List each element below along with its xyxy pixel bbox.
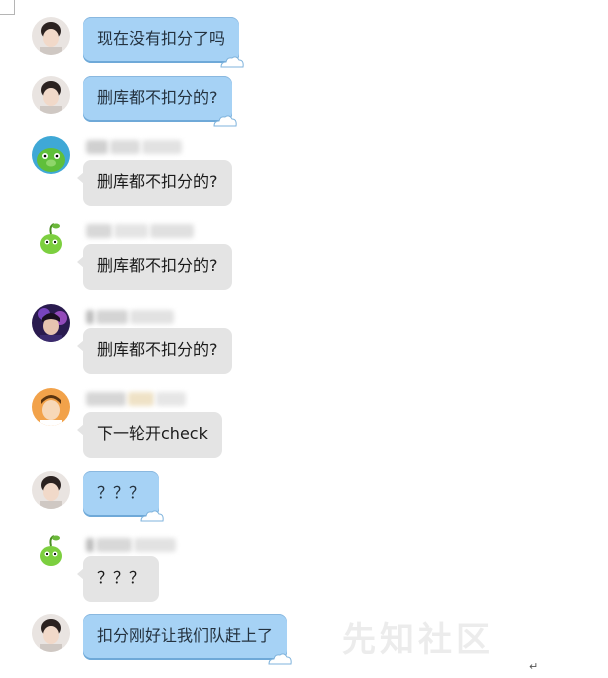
message-bubble[interactable]: 下一轮开check xyxy=(77,412,222,458)
avatar-user-icon[interactable] xyxy=(32,614,70,652)
message-text: ？？？ xyxy=(97,568,146,587)
avatar-user-icon[interactable] xyxy=(32,471,70,509)
message-bubble[interactable]: 删库都不扣分的? xyxy=(77,160,232,206)
message-bubble[interactable]: 删库都不扣分的? xyxy=(77,244,232,290)
green-pig-avatar-icon[interactable] xyxy=(32,136,70,174)
watermark-text: 先知社区 xyxy=(342,620,494,660)
message-text: 下一轮开check xyxy=(97,424,208,443)
green-character-avatar-icon[interactable] xyxy=(32,532,70,570)
bubble-tail xyxy=(77,256,84,268)
message-text: 现在没有扣分了吗 xyxy=(97,29,226,48)
cloud-decoration-icon xyxy=(220,56,244,68)
purple-avatar-icon[interactable] xyxy=(32,304,70,342)
avatar-user-icon[interactable] xyxy=(32,76,70,114)
cloud-decoration-icon xyxy=(140,510,164,522)
sender-name-redacted xyxy=(86,392,188,410)
bubble-tail xyxy=(77,424,84,436)
sender-name-redacted xyxy=(86,224,196,242)
orange-avatar-icon[interactable] xyxy=(32,388,70,426)
message-text: 删库都不扣分的? xyxy=(97,340,218,359)
avatar-user-icon[interactable] xyxy=(32,17,70,55)
corner-mark xyxy=(0,0,15,15)
message-text: 扣分刚好让我们队赶上了 xyxy=(97,626,274,645)
message-bubble[interactable]: 现在没有扣分了吗 xyxy=(83,17,244,68)
message-bubble[interactable]: 扣分刚好让我们队赶上了 xyxy=(83,614,292,665)
sender-name-redacted xyxy=(86,140,184,158)
cloud-decoration-icon xyxy=(268,653,292,665)
message-bubble[interactable]: 删库都不扣分的? xyxy=(77,328,232,374)
message-text: ？？？ xyxy=(97,483,146,502)
bubble-tail xyxy=(77,340,84,352)
message-bubble[interactable]: 删库都不扣分的? xyxy=(83,76,237,127)
bubble-tail xyxy=(77,172,84,184)
message-text: 删库都不扣分的? xyxy=(97,172,218,191)
paragraph-return-mark: ↵ xyxy=(529,660,539,673)
sender-name-redacted xyxy=(86,310,176,328)
green-character-avatar-icon[interactable] xyxy=(32,220,70,258)
message-text: 删库都不扣分的? xyxy=(97,256,218,275)
message-bubble[interactable]: ？？？ xyxy=(83,471,164,522)
cloud-decoration-icon xyxy=(212,115,237,127)
message-bubble[interactable]: ？？？ xyxy=(77,556,160,602)
sender-name-redacted xyxy=(86,538,178,556)
message-text: 删库都不扣分的? xyxy=(97,88,218,107)
bubble-tail xyxy=(77,568,84,580)
